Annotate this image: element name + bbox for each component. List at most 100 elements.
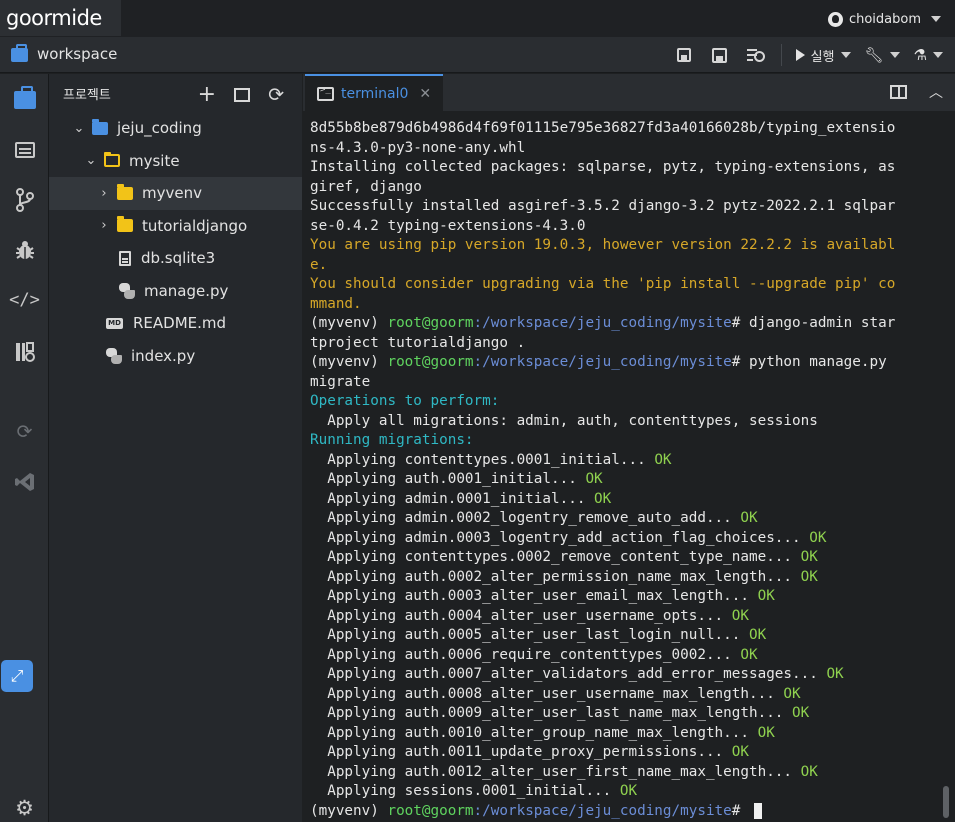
terminal-line: Operations to perform: [310,392,955,412]
tree-item-myvenv[interactable]: › myvenv [49,177,302,210]
expand-button[interactable]: ⤢ [1,660,33,692]
terminal-text: Applying auth.0005_alter_user_last_login… [310,627,749,643]
terminal-tab-bar: terminal0 ✕ ︿ [303,74,955,111]
project-button[interactable] [0,80,49,120]
workspace-title[interactable]: workspace [11,44,117,63]
terminal-scrollbar[interactable] [943,786,949,818]
debug-button[interactable] [0,230,49,270]
terminal-line: Applying contenttypes.0002_remove_conten… [310,548,955,568]
explorer-actions: + ⟳ [198,82,284,107]
terminal-line: Applying sessions.0001_initial... OK [310,782,955,802]
chevron-down-icon [840,52,851,58]
terminal-text: Operations to perform: [310,393,500,409]
project-icon [13,86,36,109]
markdown-icon: MD [106,317,123,329]
terminal-text: # python manage.py [731,354,887,370]
project-explorer: 프로젝트 + ⟳ ⌄ jeju_coding ⌄ mysite › myvenv… [49,74,302,822]
close-icon[interactable]: ✕ [419,86,431,102]
terminal-line: tproject tutorialdjango . [310,334,955,354]
terminal-text: Applying auth.0006_require_contenttypes_… [310,646,741,663]
terminal-text: Applying auth.0009_alter_user_last_name_… [310,705,793,721]
terminal-line: Running migrations: [310,431,955,451]
terminal-text: OK [809,529,827,546]
collapse-all-icon[interactable] [234,87,251,102]
top-bar: goormide choidabom [0,0,955,37]
terminal-text: OK [792,705,810,721]
terminal-output[interactable]: 8d55b8be879d6b4986d4f69f01115e795e36827f… [303,111,955,822]
terminal-text: OK [731,744,749,760]
vscode-icon [14,473,34,491]
terminal-text: OK [594,490,612,507]
terminal-actions: ︿ [890,82,943,102]
tree-item-label: db.sqlite3 [141,249,216,268]
tree-item-tutorialdjango[interactable]: › tutorialdjango [49,210,302,243]
sync-button[interactable]: ⟳ [0,412,49,452]
terminal-text: OK [748,627,767,643]
tab-label: terminal0 [341,85,409,102]
terminal-text: Applying auth.0002_alter_permission_name… [310,568,801,585]
tree-item-jeju-coding[interactable]: ⌄ jeju_coding [49,112,302,145]
file-icon [119,250,131,266]
terminal-line: Applying auth.0002_alter_permission_name… [310,568,955,588]
terminal-line: Applying auth.0006_require_contenttypes_… [310,646,955,666]
terminal-text: Applying contenttypes.0001_initial... [310,451,655,468]
settings-button[interactable]: ⚙ [0,788,49,822]
terminal-line: Applying admin.0001_initial... OK [310,490,955,510]
tools-menu-button[interactable]: 🔧︎ [865,46,900,64]
run-button[interactable]: 실행 [795,46,851,65]
tab-terminal0[interactable]: terminal0 ✕ [305,74,443,111]
terminal-text: OK [800,549,818,565]
terminal-text: Applying auth.0012_alter_user_first_name… [310,763,801,780]
chevron-up-icon[interactable]: ︿ [929,82,943,102]
terminal-line: Apply all migrations: admin, auth, conte… [310,412,955,432]
tree-item-label: jeju_coding [117,119,202,138]
refresh-icon[interactable]: ⟳ [268,84,284,106]
tree-item-label: manage.py [144,281,229,300]
split-panel-icon[interactable] [890,85,907,99]
git-button[interactable] [0,180,49,220]
vscode-button[interactable] [0,462,49,502]
folder-open-icon [104,152,120,168]
github-icon [827,11,843,27]
code-button[interactable]: </> [0,280,49,320]
tree-item-mysite[interactable]: ⌄ mysite [49,145,302,178]
save-button[interactable] [673,44,695,66]
terminal-line: e. [310,256,955,276]
tree-item-readme-md[interactable]: MD README.md [49,307,302,340]
outline-button[interactable] [0,130,49,170]
chevron-right-icon: › [101,185,107,201]
test-menu-button[interactable]: ⚗ [914,46,943,64]
save-all-button[interactable] [709,44,731,66]
terminal-line: Applying auth.0008_alter_user_username_m… [310,685,955,705]
terminal-text: Applying sessions.0001_initial... [310,783,620,799]
find-button[interactable] [745,44,767,66]
python-icon [119,282,135,299]
ide-window: goormide choidabom workspace 실행 🔧︎ ⚗ </>… [0,0,955,822]
add-file-icon[interactable]: + [198,82,216,107]
terminal-icon [317,85,334,101]
terminal-text: :/workspace/jeju_coding/mysite [473,354,732,370]
tree-item-index-py[interactable]: index.py [49,340,302,373]
terminal-text: Applying admin.0002_logentry_remove_auto… [310,510,741,526]
save-icon [676,48,691,62]
terminal-text: Running migrations: [310,432,474,448]
terminal-line: You are using pip version 19.0.3, howeve… [310,236,955,256]
tree-item-label: index.py [131,346,196,365]
play-icon [795,49,805,61]
terminal-line: Applying auth.0012_alter_user_first_name… [310,763,955,783]
tree-item-db-sqlite3[interactable]: db.sqlite3 [49,242,302,275]
terminal-line: giref, django [310,178,955,198]
tree-item-manage-py[interactable]: manage.py [49,275,302,308]
explorer-title: 프로젝트 [63,87,111,103]
toolbar: workspace 실행 🔧︎ ⚗ [0,37,955,73]
terminal-line: Applying auth.0010_alter_group_name_max_… [310,724,955,744]
logo-box[interactable]: goormide [0,0,121,36]
python-icon [106,347,122,364]
terminal-text: Applying auth.0003_alter_user_email_max_… [310,588,758,604]
user-menu[interactable]: choidabom [827,8,941,30]
chevron-down-icon: ⌄ [73,120,85,136]
settings-icon: ⚙ [15,796,34,820]
container-button[interactable] [0,332,49,372]
explorer-header: 프로젝트 + ⟳ [49,74,302,112]
terminal-line: Applying auth.0011_update_proxy_permissi… [310,743,955,763]
